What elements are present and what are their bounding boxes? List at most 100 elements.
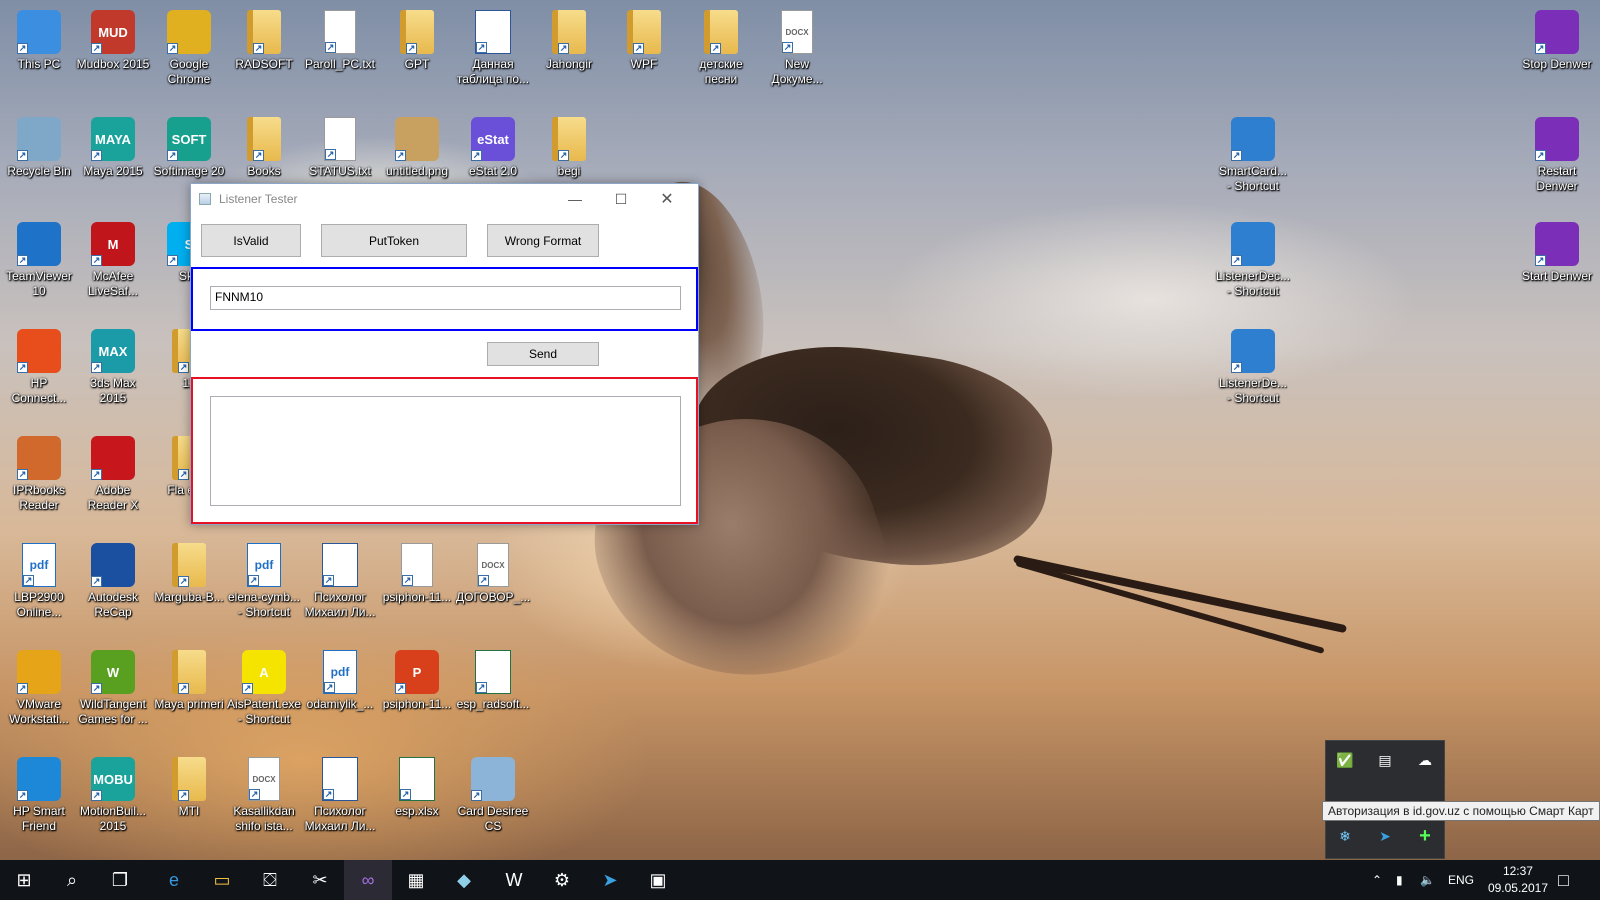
recycle-bin-icon: ↗: [17, 117, 61, 161]
token-input[interactable]: FNNM10: [210, 286, 681, 310]
desktop-icon[interactable]: ↗ Психолог Михаил Ли...: [303, 543, 377, 620]
desktop-icon[interactable]: ↗ HP Smart Friend: [2, 757, 76, 834]
text-file-icon: ↗: [324, 10, 356, 54]
desktop-icon[interactable]: ↗ SmartCard... - Shortcut: [1216, 117, 1290, 194]
3dsmax-icon: MAX ↗: [91, 329, 135, 373]
desktop-icon[interactable]: MAYA ↗ Maya 2015: [76, 117, 150, 179]
maximize-button[interactable]: ☐: [598, 184, 644, 214]
file-explorer-icon[interactable]: ▭: [198, 860, 246, 900]
desktop-icon[interactable]: pdf ↗ LBP2900 Online...: [2, 543, 76, 620]
desktop-icon[interactable]: ↗ ListenerDe... - Shortcut: [1216, 329, 1290, 406]
desktop-icon[interactable]: ↗ VMware Workstati...: [2, 650, 76, 727]
desktop-icon-label: Kasallikdan shifo ista...: [233, 804, 295, 833]
desktop-icon[interactable]: DOCX ↗ Kasallikdan shifo ista...: [227, 757, 301, 834]
desktop-icon[interactable]: ↗ Paroll_PC.txt: [303, 10, 377, 72]
desktop-icon[interactable]: pdf ↗ odamiylik_...: [303, 650, 377, 712]
desktop-icon[interactable]: eStat ↗ eStat 2.0: [456, 117, 530, 179]
excel-file-icon: ↗: [475, 650, 511, 694]
window-titlebar[interactable]: Listener Tester — ☐ ✕: [191, 184, 698, 215]
minimize-button[interactable]: —: [552, 184, 598, 214]
desktop-icon[interactable]: pdf ↗ elena-cymb... - Shortcut: [227, 543, 301, 620]
clock-time: 12:37: [1502, 864, 1533, 878]
desktop-icon[interactable]: MAX ↗ 3ds Max 2015: [76, 329, 150, 406]
start-icon[interactable]: ⊞: [0, 860, 48, 900]
desktop-icon[interactable]: MOBU ↗ MotionBuil... 2015: [76, 757, 150, 834]
action-center-icon[interactable]: □: [1558, 860, 1569, 900]
desktop-icon[interactable]: ↗ ListenerDec... - Shortcut: [1216, 222, 1290, 299]
puttoken-button[interactable]: PutToken: [321, 224, 467, 257]
volume-icon[interactable]: 🔈: [1420, 860, 1435, 900]
battery-icon[interactable]: ▮: [1396, 860, 1403, 900]
isvalid-button[interactable]: IsValid: [201, 224, 301, 257]
desktop-icon[interactable]: MUD ↗ Mudbox 2015: [76, 10, 150, 72]
desktop-icon[interactable]: ↗ Card Desiree CS: [456, 757, 530, 834]
word-icon[interactable]: W: [490, 860, 538, 900]
send-button[interactable]: Send: [487, 342, 599, 366]
desktop-icon[interactable]: ↗ Jahongir: [532, 10, 606, 72]
onedrive-icon[interactable]: ☁: [1410, 745, 1440, 775]
desktop-icon[interactable]: ↗ IPRbooks Reader: [2, 436, 76, 513]
desktop-icon[interactable]: ↗ esp.xlsx: [380, 757, 454, 819]
pdf-file-icon: pdf ↗: [22, 543, 56, 587]
notes-app-icon[interactable]: ◆: [440, 860, 488, 900]
desktop-icon[interactable]: ↗ Stop Denwer: [1520, 10, 1594, 72]
desktop-icon[interactable]: ↗ RADSOFT: [227, 10, 301, 72]
desktop-icon[interactable]: ↗ begi: [532, 117, 606, 179]
icon-badge: pdf: [29, 558, 49, 572]
desktop-icon[interactable]: A ↗ AisPatent.exe - Shortcut: [227, 650, 301, 727]
desktop-icon[interactable]: P ↗ psiphon-11...: [380, 650, 454, 712]
desktop-icon[interactable]: ↗ Adobe Reader X: [76, 436, 150, 513]
calculator-icon[interactable]: ▦: [392, 860, 440, 900]
desktop-icon[interactable]: ↗ Books: [227, 117, 301, 179]
checkmark-icon[interactable]: ✅: [1330, 745, 1360, 775]
snowflake-icon[interactable]: ❄: [1330, 821, 1360, 851]
show-hidden-icons-button[interactable]: ⌃: [1372, 860, 1382, 900]
desktop-icon[interactable]: ↗ Start Denwer: [1520, 222, 1594, 284]
edge-icon[interactable]: e: [150, 860, 198, 900]
desktop-icon[interactable]: ↗ Marguba-B...: [152, 543, 226, 605]
desktop-icon[interactable]: ↗ psiphon-11...: [380, 543, 454, 605]
desktop-icon[interactable]: DOCX ↗ ДОГОВОР_...: [456, 543, 530, 605]
desktop-icon[interactable]: ↗ Recycle Bin: [2, 117, 76, 179]
desktop-icon[interactable]: DOCX ↗ New Докуме...: [760, 10, 834, 87]
desktop-icon[interactable]: ↗ untitled.png: [380, 117, 454, 179]
desktop-icon[interactable]: ↗ This PC: [2, 10, 76, 72]
desktop-icon[interactable]: SOFT ↗ Softimage 20: [152, 117, 226, 179]
wrong-format-button[interactable]: Wrong Format: [487, 224, 599, 257]
desktop-icon[interactable]: ↗ детские песни: [684, 10, 758, 87]
tools-icon[interactable]: ✂: [296, 860, 344, 900]
desktop-icon[interactable]: ↗ Restart Denwer: [1520, 117, 1594, 194]
desktop-icon[interactable]: ↗ Психолог Михаил Ли...: [303, 757, 377, 834]
settings-icon[interactable]: ⚙: [538, 860, 586, 900]
clock[interactable]: 12:37 09.05.2017: [1488, 863, 1548, 897]
desktop-icon[interactable]: W ↗ WildTangent Games for ...: [76, 650, 150, 727]
telegram-icon[interactable]: ➤: [586, 860, 634, 900]
wildtangent-icon: W ↗: [91, 650, 135, 694]
desktop-icon[interactable]: ↗ Google Chrome: [152, 10, 226, 87]
visual-studio-icon[interactable]: ∞: [344, 860, 392, 900]
language-indicator[interactable]: ENG: [1448, 860, 1474, 900]
task-view-icon[interactable]: ❐: [96, 860, 144, 900]
store-icon[interactable]: ⛋: [246, 860, 294, 900]
desktop-icon[interactable]: ↗ Autodesk ReCap: [76, 543, 150, 620]
desktop-icon[interactable]: ↗ HP Connect...: [2, 329, 76, 406]
desktop-icon-label: elena-cymb... - Shortcut: [227, 590, 301, 619]
desktop-icon[interactable]: ↗ STATUS.txt: [303, 117, 377, 179]
telegram-tray-icon[interactable]: ➤: [1370, 821, 1400, 851]
output-textbox[interactable]: [210, 396, 681, 506]
desktop-icon[interactable]: ↗ WPF: [607, 10, 681, 72]
desktop-icon[interactable]: ↗ MTI: [152, 757, 226, 819]
desktop-icon[interactable]: ↗ esp_radsoft...: [456, 650, 530, 712]
display-icon[interactable]: ▤: [1370, 745, 1400, 775]
desktop-icon[interactable]: ↗ GPT: [380, 10, 454, 72]
remote-app-icon[interactable]: ▣: [634, 860, 682, 900]
desktop-icon-label: psiphon-11...: [382, 697, 452, 711]
plus-icon[interactable]: +: [1410, 821, 1440, 851]
this-pc-icon: ↗: [17, 10, 61, 54]
desktop-icon[interactable]: ↗ TeamViewer 10: [2, 222, 76, 299]
close-button[interactable]: ✕: [644, 184, 690, 214]
desktop-icon[interactable]: ↗ Данная таблица по...: [456, 10, 530, 87]
desktop-icon[interactable]: ↗ Maya primeri: [152, 650, 226, 712]
search-icon[interactable]: ⌕: [48, 860, 96, 900]
desktop-icon[interactable]: M ↗ McAfee LiveSaf...: [76, 222, 150, 299]
